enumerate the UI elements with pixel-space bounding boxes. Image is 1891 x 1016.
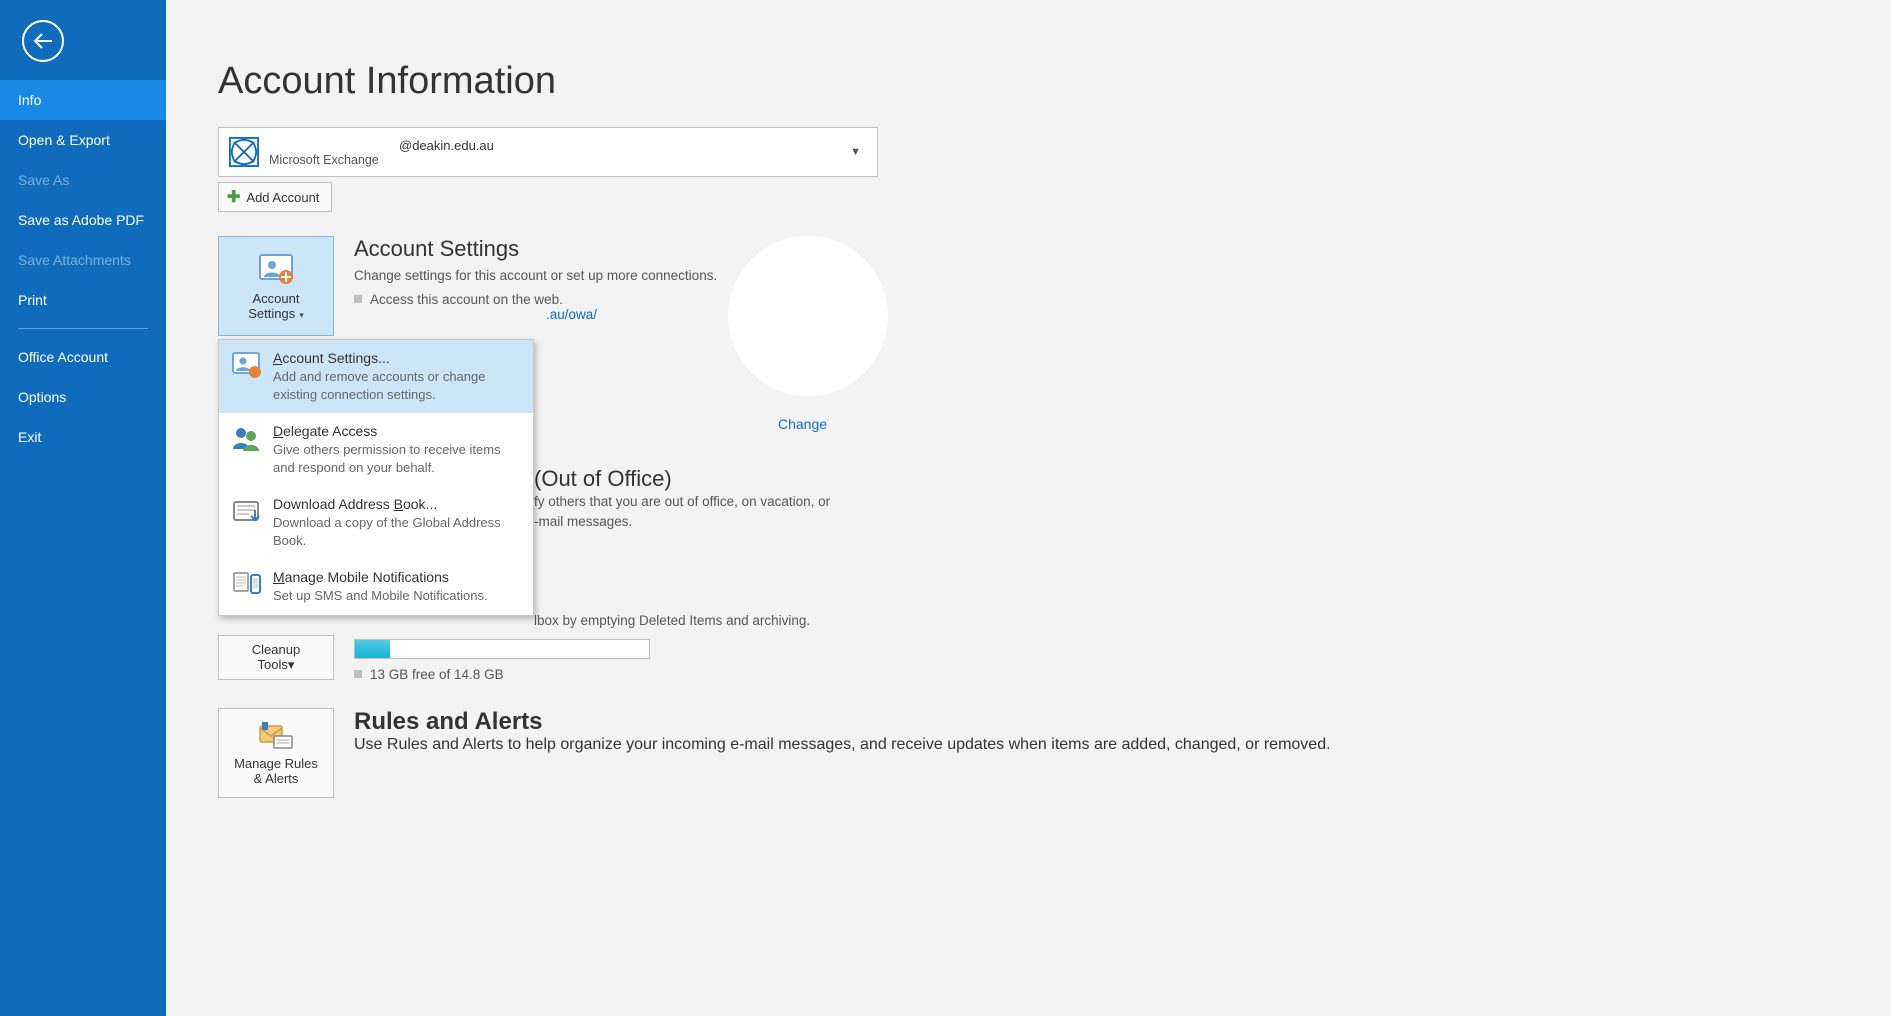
account-settings-dropdown: Account Settings... Add and remove accou… (218, 339, 534, 616)
plus-icon: ✚ (227, 187, 240, 207)
sidebar-item-save-as: Save As (0, 160, 166, 200)
rules-alerts-section: Manage Rules & Alerts Rules and Alerts U… (218, 708, 1891, 798)
manage-rules-alerts-button[interactable]: Manage Rules & Alerts (218, 708, 334, 798)
account-settings-section: Account Settings▾ Account Settings Chang… (218, 236, 1891, 336)
account-settings-heading: Account Settings (354, 236, 717, 262)
download-address-book-icon (231, 496, 263, 526)
backstage-main: Account Information @deakin.edu.au Micro… (166, 0, 1891, 1016)
add-account-button[interactable]: ✚ Add Account (218, 182, 332, 212)
sidebar-item-save-attachments: Save Attachments (0, 240, 166, 280)
account-settings-bullet-row: Access this account on the web. (354, 292, 717, 307)
bullet-icon (354, 670, 362, 678)
exchange-icon (229, 137, 259, 167)
dd-desc: Set up SMS and Mobile Notifications. (273, 587, 488, 605)
dd-title: Account Settings... (273, 350, 513, 366)
add-account-label: Add Account (246, 190, 319, 205)
dd-title: Delegate Access (273, 423, 513, 439)
backstage-sidebar: Info Open & Export Save As Save as Adobe… (0, 0, 166, 1016)
sidebar-item-print[interactable]: Print (0, 280, 166, 320)
account-photo-placeholder (728, 236, 888, 396)
out-of-office-fragment: (Out of Office) fy others that you are o… (534, 466, 1891, 531)
mailbox-desc-fragment: lbox by emptying Deleted Items and archi… (534, 611, 1891, 631)
page-title: Account Information (218, 60, 1891, 103)
dd-item-account-settings[interactable]: Account Settings... Add and remove accou… (219, 340, 533, 413)
account-settings-text: Account Settings Change settings for thi… (354, 236, 717, 322)
mailbox-cleanup-section: Cleanup Tools▾ 13 GB free of 14.8 GB (218, 635, 1891, 682)
dropdown-caret-icon: ▼ (850, 146, 861, 158)
dd-title: Manage Mobile Notifications (273, 569, 488, 585)
rules-text-col: Rules and Alerts Use Rules and Alerts to… (354, 708, 1331, 754)
mailbox-usage-fill (355, 640, 390, 658)
sidebar-item-options[interactable]: Options (0, 377, 166, 417)
ooo-line2: -mail messages. (534, 512, 1891, 532)
sidebar-item-exit[interactable]: Exit (0, 417, 166, 457)
account-settings-button-label: Account Settings▾ (248, 291, 304, 321)
dd-desc: Give others permission to receive items … (273, 441, 513, 476)
account-settings-desc: Change settings for this account or set … (354, 266, 717, 286)
storage-text: 13 GB free of 14.8 GB (370, 667, 504, 682)
account-selector-text: @deakin.edu.au Microsoft Exchange (269, 138, 850, 167)
back-button[interactable] (22, 20, 64, 62)
account-settings-small-icon (231, 350, 263, 380)
dd-item-manage-mobile-notifications[interactable]: Manage Mobile Notifications Set up SMS a… (219, 559, 533, 615)
sidebar-item-info[interactable]: Info (0, 80, 166, 120)
manage-rules-label: Manage Rules & Alerts (234, 756, 318, 786)
mobile-notifications-icon (231, 569, 263, 599)
sidebar-item-open-export[interactable]: Open & Export (0, 120, 166, 160)
owa-link-fragment[interactable]: .au/owa/ (546, 307, 717, 322)
cleanup-tools-label: Cleanup Tools▾ (252, 642, 300, 673)
account-type: Microsoft Exchange (269, 153, 850, 167)
sidebar-separator (18, 328, 148, 329)
account-selector[interactable]: @deakin.edu.au Microsoft Exchange ▼ (218, 127, 878, 177)
dd-title: Download Address Book... (273, 496, 513, 512)
ooo-heading-fragment: (Out of Office) (534, 466, 1891, 492)
change-photo-link[interactable]: Change (778, 416, 827, 432)
account-settings-bullet: Access this account on the web. (370, 292, 563, 307)
bullet-icon (354, 295, 362, 303)
mailbox-text-col: 13 GB free of 14.8 GB (354, 635, 650, 682)
rules-heading: Rules and Alerts (354, 708, 1331, 736)
dd-desc: Add and remove accounts or change existi… (273, 368, 513, 403)
account-email: @deakin.edu.au (269, 138, 850, 153)
dd-item-delegate-access[interactable]: Delegate Access Give others permission t… (219, 413, 533, 486)
rules-desc: Use Rules and Alerts to help organize yo… (354, 736, 1331, 754)
delegate-access-icon (231, 423, 263, 453)
cleanup-tools-button[interactable]: Cleanup Tools▾ (218, 635, 334, 680)
account-settings-button[interactable]: Account Settings▾ (218, 236, 334, 336)
dd-item-download-address-book[interactable]: Download Address Book... Download a copy… (219, 486, 533, 559)
rules-alerts-icon (256, 720, 296, 752)
mailbox-usage-bar (354, 639, 650, 659)
sidebar-item-office-account[interactable]: Office Account (0, 337, 166, 377)
sidebar-item-save-adobe-pdf[interactable]: Save as Adobe PDF (0, 200, 166, 240)
dd-desc: Download a copy of the Global Address Bo… (273, 514, 513, 549)
ooo-line1: fy others that you are out of office, on… (534, 492, 1891, 512)
account-settings-icon (256, 251, 296, 287)
